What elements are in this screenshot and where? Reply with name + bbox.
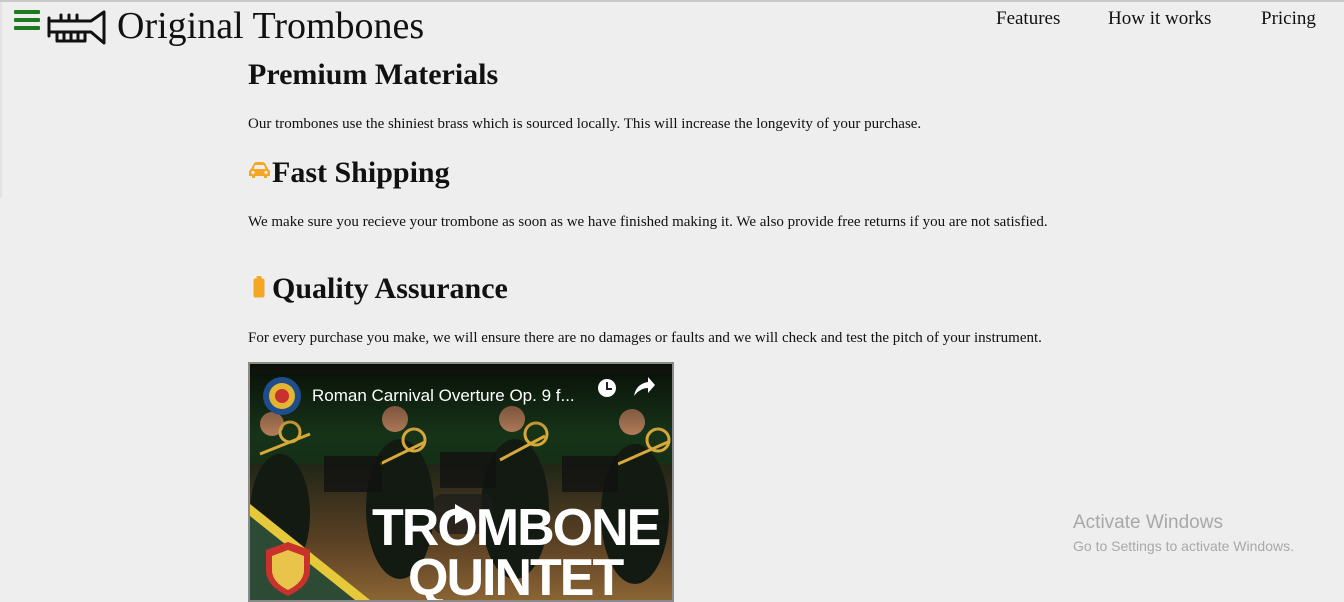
nav-how-it-works[interactable]: How it works	[1108, 6, 1211, 32]
video-overlay-line1: TROMBONE	[372, 499, 661, 557]
battery-icon	[253, 276, 265, 298]
feature-text-fast-shipping: We make sure you recieve your trombone a…	[248, 214, 1048, 230]
hamburger-menu-icon[interactable]	[14, 9, 40, 31]
video-overlay-line2: QUINTET	[408, 549, 624, 602]
feature-heading-fast-shipping: Fast Shipping	[272, 156, 450, 189]
feature-heading-premium-materials: Premium Materials	[248, 58, 499, 91]
feature-text-premium-materials: Our trombones use the shiniest brass whi…	[248, 116, 922, 132]
feature-heading-quality-assurance: Quality Assurance	[272, 272, 508, 305]
windows-activation-subtitle: Go to Settings to activate Windows.	[1073, 538, 1294, 554]
nav-pricing[interactable]: Pricing	[1261, 6, 1316, 32]
nav-features[interactable]: Features	[996, 6, 1060, 32]
brand-title[interactable]: Original Trombones	[117, 2, 424, 50]
left-border	[0, 2, 2, 198]
video-embed[interactable]: Roman Carnival Overture Op. 9 f... TROMB…	[248, 362, 674, 602]
windows-activation-title: Activate Windows	[1073, 512, 1223, 533]
car-icon	[249, 162, 270, 178]
trumpet-logo-icon	[47, 10, 106, 45]
video-title[interactable]: Roman Carnival Overture Op. 9 f...	[312, 386, 575, 406]
feature-text-quality-assurance: For every purchase you make, we will ens…	[248, 330, 1042, 346]
